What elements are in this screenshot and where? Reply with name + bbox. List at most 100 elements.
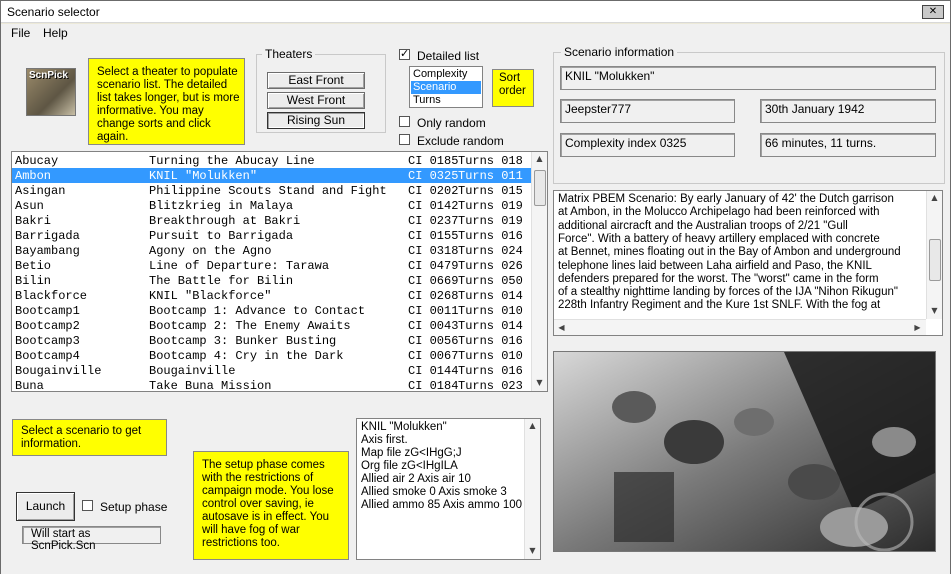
scenario-row[interactable]: Ambon KNIL "Molukken" CI 0325 Turns 011 [12, 168, 532, 183]
scenario-title: Breakthrough at Bakri [149, 214, 301, 228]
scenario-row[interactable]: Asun Blitzkrieg in Malaya CI 0142 Turns 019 [12, 198, 532, 213]
scenario-ci: CI 0142 [408, 199, 459, 213]
description-line: of a stealthy nighttime landing by force… [558, 286, 898, 299]
scenario-code: Bootcamp2 [15, 319, 80, 333]
exclude-random-label: Exclude random [417, 134, 504, 148]
only-random-checkbox[interactable] [399, 116, 410, 127]
scenario-title: Line of Departure: Tarawa [149, 259, 330, 273]
duration-field: 66 minutes, 11 turns. [760, 133, 936, 157]
scroll-thumb[interactable] [534, 170, 546, 206]
desc-scroll-up-icon[interactable]: ▲ [927, 191, 942, 205]
scenario-row[interactable]: Bootcamp2 Bootcamp 2: The Enemy Awaits CI … [12, 318, 532, 333]
desc-scroll-thumb[interactable] [929, 239, 941, 281]
scroll-down-icon[interactable]: ▼ [532, 376, 547, 390]
scenario-turns: Turns 011 [458, 169, 523, 183]
menu-file[interactable]: File [11, 26, 30, 40]
east-front-button[interactable]: East Front [267, 72, 365, 89]
scenario-title: Turning the Abucay Line [149, 154, 315, 168]
scenario-title: Bootcamp 3: Bunker Busting [149, 334, 337, 348]
scenario-row[interactable]: Betio Line of Departure: Tarawa CI 0479 Tur… [12, 258, 532, 273]
scenario-ci: CI 0237 [408, 214, 459, 228]
details-scrollbar[interactable]: ▲ ▼ [524, 419, 540, 559]
scenario-code: Bilin [15, 274, 52, 288]
menu-help[interactable]: Help [43, 26, 68, 40]
setup-phase-checkbox[interactable] [82, 500, 93, 511]
scenario-ci: CI 0144 [408, 364, 459, 378]
theater-hint: Select a theater to populate scenario li… [88, 58, 245, 145]
scenario-ci: CI 0318 [408, 244, 459, 258]
desc-scroll-right-icon[interactable]: ▶ [910, 321, 925, 335]
desc-scroll-left-icon[interactable]: ◀ [554, 321, 569, 335]
scenario-row[interactable]: Bayambang Agony on the Agno CI 0318 Turns 0… [12, 243, 532, 258]
detail-line: Allied smoke 0 Axis smoke 3 [361, 486, 507, 498]
west-front-button[interactable]: West Front [267, 92, 365, 109]
detailed-list-checkbox[interactable] [399, 47, 410, 60]
photo-image [554, 352, 935, 551]
scenario-turns: Turns 019 [458, 199, 523, 213]
title-bar: Scenario selector ✕ [1, 1, 950, 23]
scenario-photo [553, 351, 936, 552]
scenario-ci: CI 0155 [408, 229, 459, 243]
scenario-list-scrollbar[interactable]: ▲ ▼ [531, 152, 547, 391]
close-icon[interactable]: ✕ [922, 5, 944, 19]
scenario-code: Asingan [15, 184, 66, 198]
sort-option-turns[interactable]: Turns [411, 94, 481, 107]
scenario-row[interactable]: Blackforce KNIL "Blackforce" CI 0268 Turns … [12, 288, 532, 303]
scenario-row[interactable]: Buna Take Buna Mission CI 0184 Turns 023 [12, 378, 532, 391]
scenario-row[interactable]: Barrigada Pursuit to Barrigada CI 0155 Turn… [12, 228, 532, 243]
scenario-title: The Battle for Bilin [149, 274, 294, 288]
scenario-row[interactable]: Bougainville Bougainville CI 0144 Turns 016 [12, 363, 532, 378]
detail-line: Axis first. [361, 434, 408, 446]
description-line: additional aircracft and the Australian … [558, 219, 848, 232]
description-line: Matrix PBEM Scenario: By early January o… [558, 193, 894, 205]
scenario-turns: Turns 014 [458, 289, 523, 303]
description-vscroll[interactable]: ▲ ▼ [926, 191, 942, 319]
sort-option-complexity[interactable]: Complexity [411, 68, 481, 81]
details-scroll-up-icon[interactable]: ▲ [525, 419, 540, 433]
only-random-label: Only random [417, 116, 486, 130]
desc-scroll-down-icon[interactable]: ▼ [927, 304, 942, 318]
sort-option-scenario[interactable]: Scenario [411, 81, 481, 94]
sort-listbox[interactable]: Complexity Scenario Turns [409, 66, 483, 108]
author-field: Jeepster777 [560, 99, 735, 123]
scenario-code: Betio [15, 259, 52, 273]
description-textbox[interactable]: Matrix PBEM Scenario: By early January o… [553, 190, 943, 336]
description-hscroll[interactable]: ◀ ▶ [554, 319, 926, 335]
scenario-ci: CI 0067 [408, 349, 459, 363]
scenario-row[interactable]: Bootcamp4 Bootcamp 4: Cry in the Dark CI 0… [12, 348, 532, 363]
details-scroll-down-icon[interactable]: ▼ [525, 544, 540, 558]
scenario-turns: Turns 026 [458, 259, 523, 273]
scenario-turns: Turns 010 [458, 304, 523, 318]
scenario-selector-window: Scenario selector ✕ File Help ScnPick Se… [0, 0, 951, 574]
description-line: at Bennet, mines floating out in the Bay… [558, 246, 901, 259]
detail-line: Org file zG<IHgILA [361, 460, 458, 472]
scenario-row[interactable]: Bakri Breakthrough at Bakri CI 0237 Turns 0… [12, 213, 532, 228]
scenario-title: Bootcamp 4: Cry in the Dark [149, 349, 344, 363]
scenario-row[interactable]: Bootcamp3 Bootcamp 3: Bunker Busting CI 00… [12, 333, 532, 348]
detailed-list-label: Detailed list [417, 49, 480, 63]
scenario-code: Bakri [15, 214, 52, 228]
scenario-turns: Turns 024 [458, 244, 523, 258]
menu-bar: File Help [1, 24, 950, 42]
scenario-row[interactable]: Asingan Philippine Scouts Stand and Fight… [12, 183, 532, 198]
scenario-row[interactable]: Abucay Turning the Abucay Line CI 0185 Turn… [12, 153, 532, 168]
date-field: 30th January 1942 [760, 99, 936, 123]
scenario-row[interactable]: Bilin The Battle for Bilin CI 0669 Turns 05… [12, 273, 532, 288]
scenario-details-box[interactable]: KNIL "Molukken" Axis first. Map file zG<IH… [356, 418, 541, 560]
scenario-list[interactable]: Abucay Turning the Abucay Line CI 0185 Turn… [11, 151, 548, 392]
app-logo: ScnPick [26, 68, 76, 116]
launch-button[interactable]: Launch [16, 492, 75, 521]
scenario-title: Agony on the Agno [149, 244, 272, 258]
setup-phase-hint: The setup phase comes with the restricti… [193, 451, 349, 560]
scenario-title: Bougainville [149, 364, 236, 378]
scenario-ci: CI 0202 [408, 184, 459, 198]
save-as-field: Will start as ScnPick.Scn [22, 526, 161, 552]
description-line: Force". With a battery of heavy artiller… [558, 232, 880, 245]
scroll-up-icon[interactable]: ▲ [532, 152, 547, 166]
scenario-turns: Turns 016 [458, 229, 523, 243]
rising-sun-button[interactable]: Rising Sun [267, 112, 365, 129]
scenario-code: Blackforce [15, 289, 88, 303]
detail-line: Allied air 2 Axis air 10 [361, 473, 471, 485]
scenario-row[interactable]: Bootcamp1 Bootcamp 1: Advance to Contact C… [12, 303, 532, 318]
exclude-random-checkbox[interactable] [399, 134, 410, 145]
